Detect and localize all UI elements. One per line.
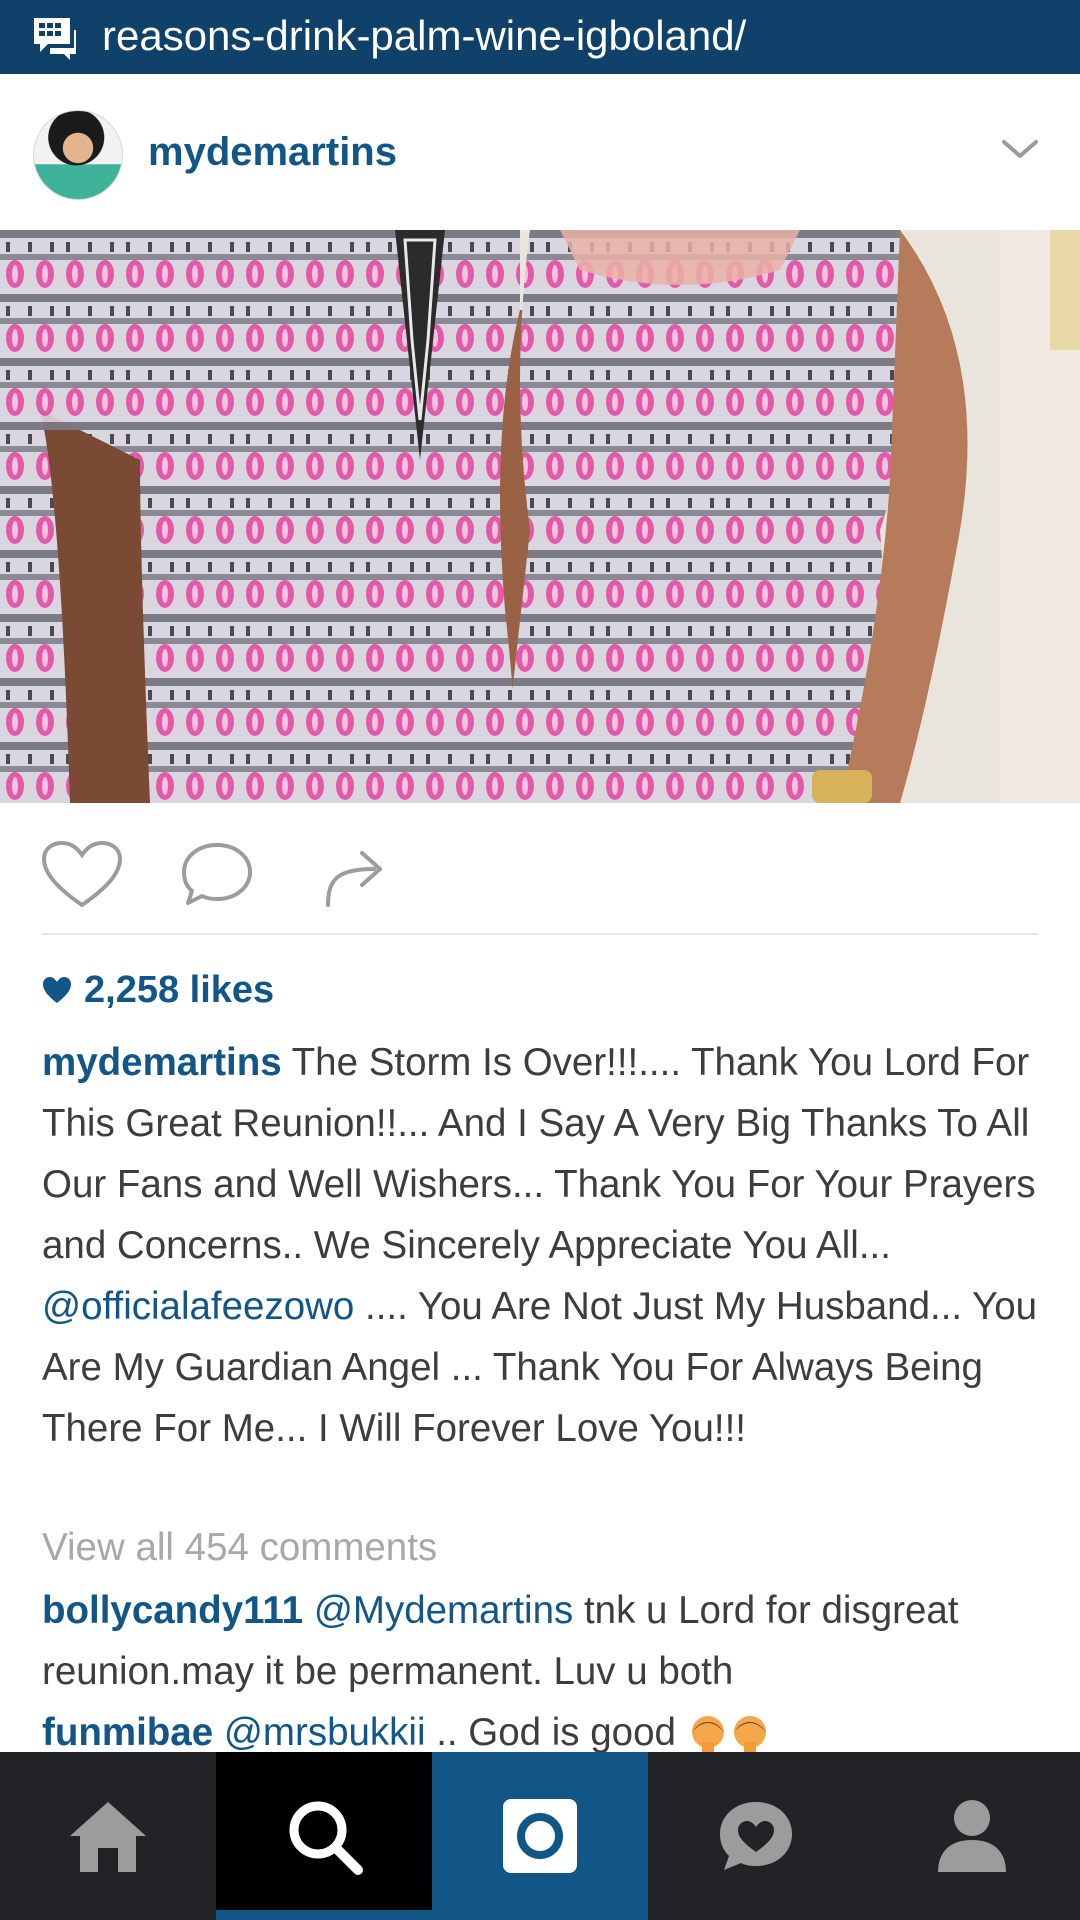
nav-camera[interactable] xyxy=(432,1752,648,1920)
heart-filled-icon xyxy=(43,977,71,1003)
nav-search[interactable] xyxy=(216,1752,432,1920)
notification-bar: reasons-drink-palm-wine-igboland/ xyxy=(0,0,1080,74)
comment-mention[interactable]: @mrsbukkii xyxy=(224,1711,426,1752)
comment-text: .. God is good xyxy=(425,1711,687,1752)
post-username[interactable]: mydemartins xyxy=(148,128,397,176)
search-icon xyxy=(289,1801,363,1875)
view-all-comments-link[interactable]: View all 454 comments xyxy=(42,1520,437,1576)
home-icon xyxy=(70,1802,146,1872)
praying-emoji-icon xyxy=(691,1715,766,1752)
comment-bubble-icon[interactable] xyxy=(178,839,256,911)
like-heart-icon[interactable] xyxy=(40,839,124,911)
post-photo[interactable] xyxy=(0,230,1080,803)
nav-home[interactable] xyxy=(0,1752,216,1920)
likes-label: 2,258 likes xyxy=(84,969,275,1011)
likes-count[interactable]: 2,258 likes xyxy=(42,962,274,1018)
page-url[interactable]: reasons-drink-palm-wine-igboland/ xyxy=(102,10,746,62)
profile-icon xyxy=(938,1800,1006,1872)
nav-activity[interactable] xyxy=(648,1752,864,1920)
caption-mention[interactable]: @officialafeezowo xyxy=(42,1285,354,1328)
comment-username[interactable]: bollycandy111 xyxy=(42,1589,303,1632)
actions-divider xyxy=(42,933,1038,935)
bottom-navigation xyxy=(0,1752,1080,1920)
post-actions xyxy=(0,803,1080,933)
activity-heart-icon xyxy=(720,1802,792,1870)
comment-mention[interactable]: @Mydemartins xyxy=(314,1589,573,1632)
avatar[interactable] xyxy=(33,110,123,200)
comment-item: funmibae @mrsbukkii .. God is good xyxy=(42,1702,1052,1752)
comment-username[interactable]: funmibae xyxy=(42,1711,213,1752)
comment-item: bollycandy111 @Mydemartins tnk u Lord fo… xyxy=(42,1580,1052,1702)
chevron-down-icon[interactable] xyxy=(1000,134,1040,164)
post-photo-image xyxy=(0,230,1080,803)
caption-username[interactable]: mydemartins xyxy=(42,1041,282,1084)
camera-icon xyxy=(503,1799,577,1873)
nav-profile[interactable] xyxy=(864,1752,1080,1920)
share-arrow-icon[interactable] xyxy=(318,839,392,911)
post-caption: mydemartins The Storm Is Over!!!.... Tha… xyxy=(42,1032,1042,1459)
bbm-chat-icon xyxy=(34,18,76,60)
post-header: mydemartins xyxy=(0,74,1080,230)
